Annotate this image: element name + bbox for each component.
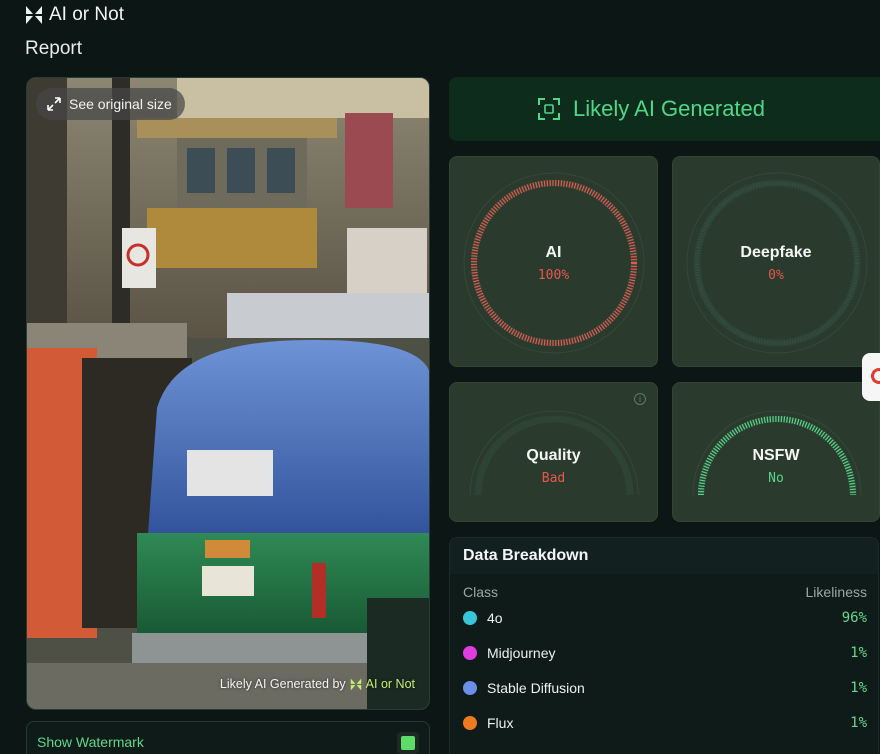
class-name: Stable Diffusion	[487, 679, 585, 696]
breakdown-row: 4o 96%	[450, 600, 878, 635]
watermark-logo-icon	[350, 678, 361, 690]
verdict-text: Likely AI Generated	[573, 96, 766, 121]
breakdown-row: Midjourney 1%	[450, 635, 878, 670]
show-watermark-toggle[interactable]: Show Watermark	[26, 721, 430, 754]
class-name: Flux	[487, 714, 514, 731]
watermark-prefix: Likely AI Generated by	[219, 677, 346, 691]
class-name: 4o	[487, 609, 503, 626]
deepfake-score-card: Deepfake 0%	[672, 156, 880, 367]
see-original-label: See original size	[69, 96, 172, 112]
verdict-banner: Likely AI Generated	[449, 77, 880, 141]
class-likeliness: 1%	[850, 644, 867, 661]
analyzed-image: See original size Likely AI Generated by…	[26, 77, 430, 710]
ai-label: AI	[545, 244, 562, 261]
nsfw-label: NSFW	[752, 447, 800, 464]
ai-gauge	[463, 172, 645, 354]
widget-icon	[871, 368, 880, 384]
expand-icon	[47, 97, 61, 111]
likeliness-column-header: Likeliness	[805, 584, 867, 600]
quality-label: Quality	[526, 447, 581, 464]
ai-score-card: AI 100%	[449, 156, 658, 367]
breakdown-title: Data Breakdown	[450, 538, 878, 574]
data-breakdown-panel: Data Breakdown Class Likeliness 4o 96% M…	[449, 537, 879, 754]
class-color-dot	[463, 645, 477, 660]
quality-value: Bad	[541, 471, 566, 486]
page-title: Report	[25, 38, 83, 59]
quality-card: i Quality Bad	[449, 382, 658, 522]
ai-value: 100%	[537, 268, 570, 283]
breakdown-row: Stable Diffusion 1%	[450, 670, 878, 705]
class-color-dot	[463, 610, 477, 625]
breakdown-column-headers: Class Likeliness	[450, 584, 878, 600]
logo-icon	[26, 6, 42, 24]
brand-name: AI or Not	[49, 4, 124, 25]
class-name: Midjourney	[487, 644, 556, 661]
class-column-header: Class	[463, 584, 499, 600]
watermark-caption: Likely AI Generated by AI or Not	[220, 677, 415, 691]
class-color-dot	[463, 715, 477, 730]
watermark-brand: AI or Not	[365, 677, 415, 691]
show-watermark-checkbox[interactable]	[397, 732, 419, 754]
breakdown-row: Flux 1%	[450, 705, 878, 740]
class-likeliness: 1%	[850, 679, 867, 696]
deepfake-value: 0%	[768, 268, 784, 283]
feedback-widget[interactable]	[862, 353, 880, 401]
brand[interactable]: AI or Not	[25, 4, 124, 26]
nsfw-value: No	[768, 471, 784, 486]
street-scene-image	[27, 78, 429, 709]
class-likeliness: 1%	[850, 714, 867, 731]
deepfake-gauge	[686, 172, 868, 354]
checkmark	[401, 736, 415, 750]
scan-icon	[538, 98, 560, 120]
see-original-size-button[interactable]: See original size	[36, 88, 185, 120]
nsfw-card: NSFW No	[672, 382, 880, 522]
class-color-dot	[463, 680, 477, 695]
deepfake-label: Deepfake	[740, 244, 812, 261]
class-likeliness: 96%	[841, 609, 867, 626]
show-watermark-label: Show Watermark	[37, 734, 144, 750]
